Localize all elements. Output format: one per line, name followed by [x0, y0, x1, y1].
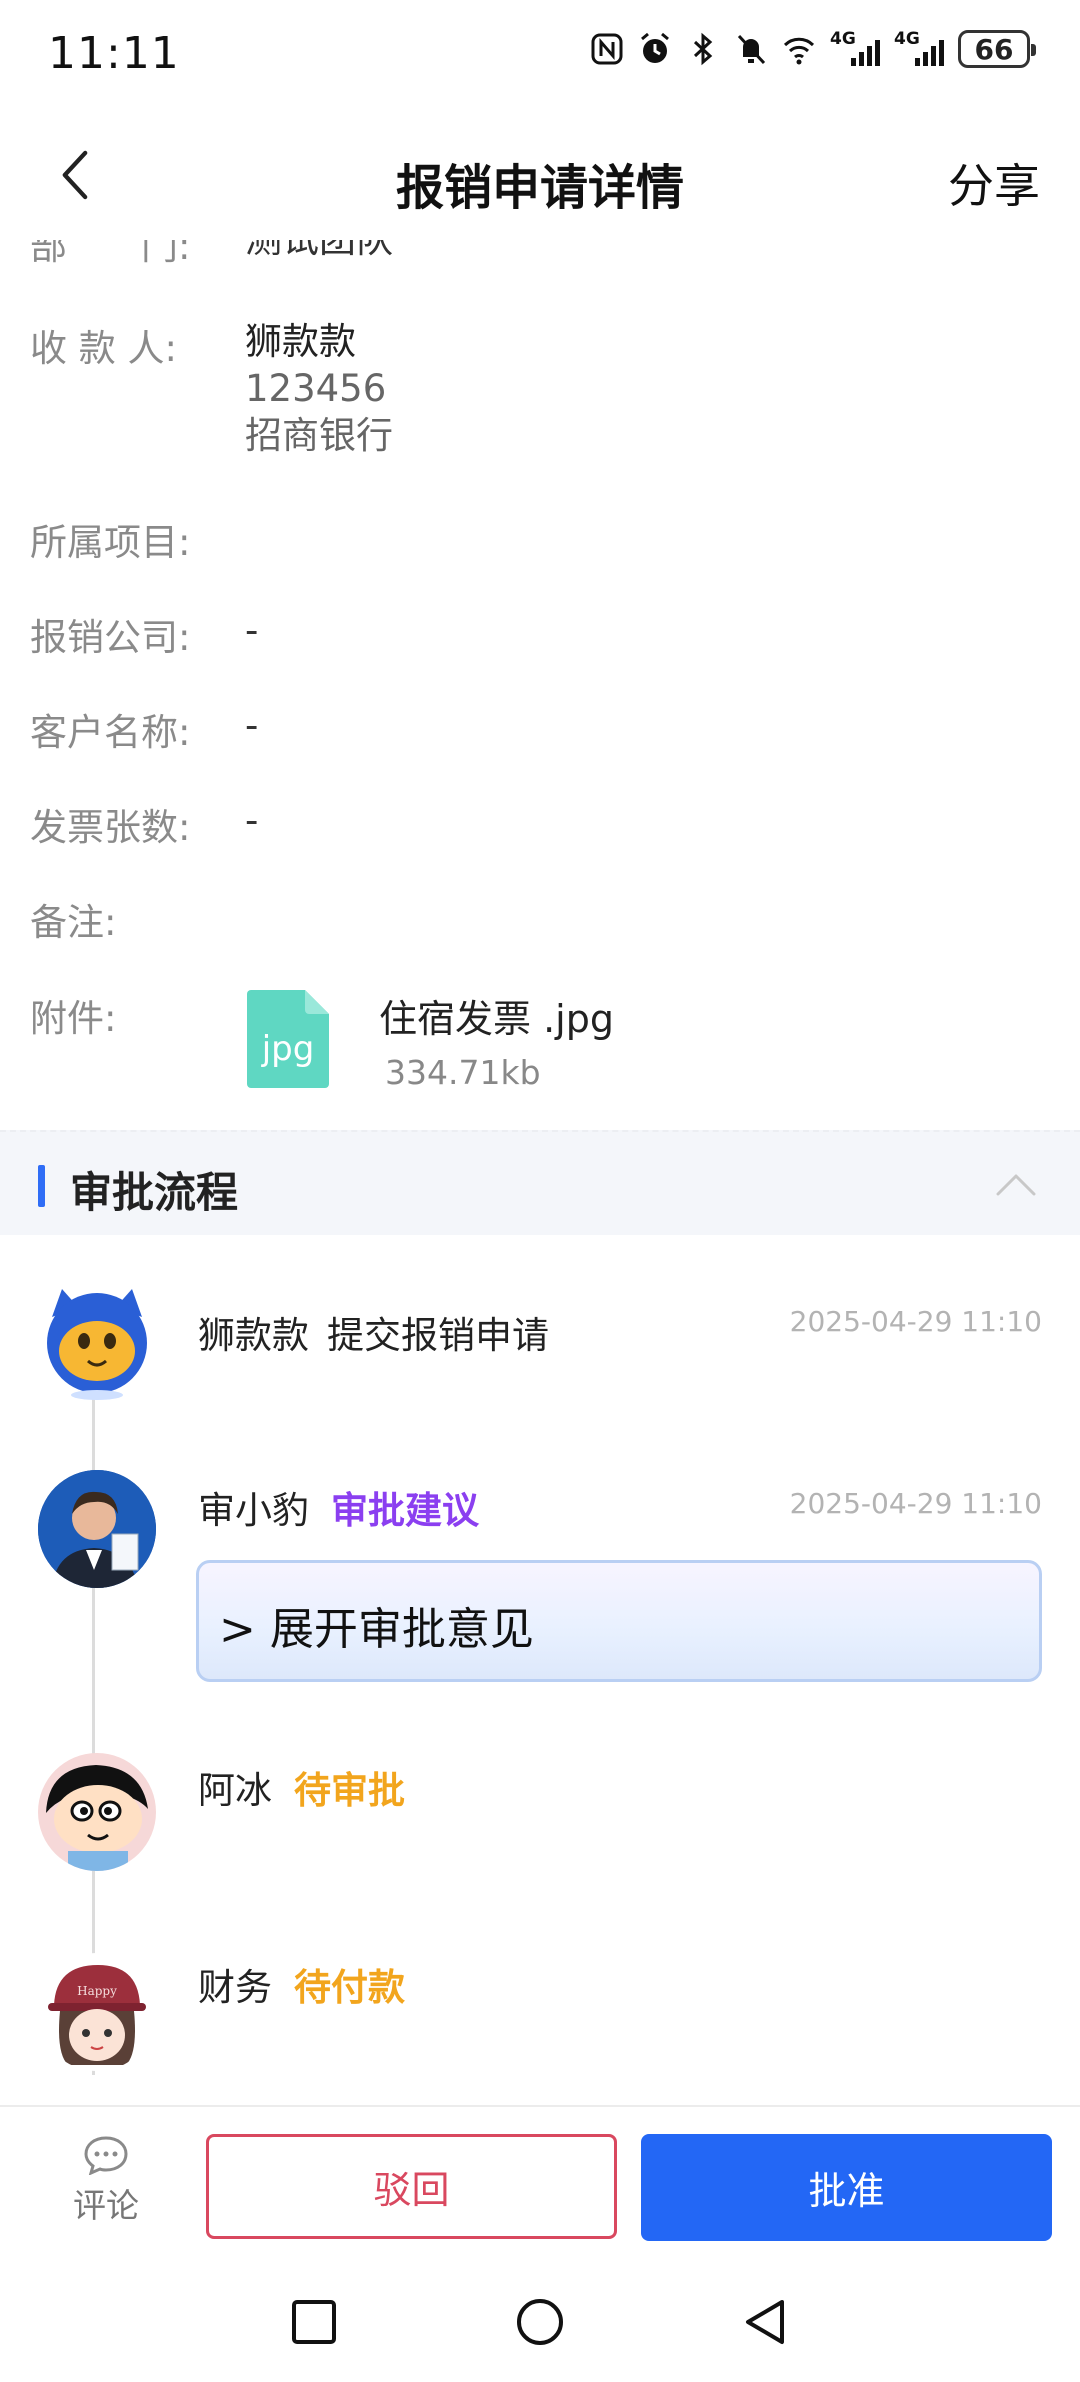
status-bar: 11:11 4G 4G 66	[0, 0, 1080, 110]
file-meta: 住宿发票 .jpg 334.71kb	[379, 988, 614, 1092]
step-time: 2025-04-29 11:10	[789, 1305, 1042, 1338]
remark-label: 备注:	[30, 901, 117, 944]
battery-level: 66	[974, 32, 1014, 66]
approval-section-header[interactable]: 审批流程	[0, 1130, 1080, 1235]
department-value: 测试团队	[245, 240, 393, 263]
share-button[interactable]: 分享	[948, 150, 1040, 216]
payee-label: 收 款 人:	[30, 327, 177, 370]
mute-icon	[734, 30, 768, 68]
approval-timeline: 狮款款 提交报销申请 2025-04-29 11:10 审小豹 审批建议 2025-…	[0, 1235, 1080, 2105]
project-label: 所属项目:	[30, 521, 191, 564]
nav-bar: 报销申请详情 分享	[0, 110, 1080, 240]
approver-name: 阿冰	[198, 1769, 272, 1812]
jpg-file-icon: jpg	[245, 988, 331, 1090]
battery-icon: 66	[958, 30, 1036, 68]
approver-name: 狮款款	[198, 1314, 309, 1357]
invoice-count-value: -	[245, 799, 259, 842]
bluetooth-icon	[686, 30, 720, 68]
avatar: Happy	[38, 1953, 156, 2071]
status-icons: 4G 4G 66	[590, 30, 1036, 68]
step-time: 2025-04-29 11:10	[789, 1487, 1042, 1520]
company-value: -	[245, 609, 259, 652]
step-title: 财务 待付款	[198, 1957, 405, 2011]
attachment-label: 附件:	[30, 997, 117, 1040]
step-title: 审小豹 审批建议	[198, 1480, 479, 1534]
payee-info: 狮款款 123456 招商银行	[245, 318, 393, 459]
file-size: 334.71kb	[385, 1053, 541, 1092]
alarm-icon	[638, 30, 672, 68]
customer-value: -	[245, 704, 259, 747]
signal-4g-icon: 4G	[830, 30, 880, 68]
expand-opinion-label: > 展开审批意见	[219, 1604, 534, 1655]
status-badge: 审批建议	[331, 1489, 479, 1532]
section-title: 审批流程	[70, 1168, 239, 1217]
comment-label: 评论	[73, 2186, 139, 2225]
home-icon[interactable]	[512, 2294, 568, 2350]
bottom-action-bar: 评论 驳回 批准	[0, 2105, 1080, 2260]
chevron-up-icon[interactable]	[994, 1164, 1038, 1204]
section-accent-bar	[38, 1165, 45, 1207]
approver-name: 财务	[198, 1966, 272, 2009]
attachment-file[interactable]: jpg 住宿发票 .jpg 334.71kb	[245, 988, 614, 1092]
step-title: 阿冰 待审批	[198, 1760, 405, 1814]
company-label: 报销公司:	[30, 616, 191, 659]
step-title: 狮款款 提交报销申请	[198, 1305, 549, 1359]
payee-name: 狮款款	[245, 320, 356, 363]
approver-name: 审小豹	[198, 1489, 309, 1532]
status-badge: 待付款	[294, 1966, 405, 2009]
status-time: 11:11	[48, 28, 180, 79]
approve-button[interactable]: 批准	[641, 2134, 1052, 2241]
file-type-label: jpg	[261, 1029, 315, 1069]
payee-bank: 招商银行	[245, 414, 393, 457]
wifi-icon	[782, 30, 816, 68]
signal-4g-icon: 4G	[894, 30, 944, 68]
department-label: 部 门:	[30, 240, 191, 268]
reimbursement-details: 部 门: 测试团队 收 款 人: 狮款款 123456 招商银行 所属项目: 报…	[0, 240, 1080, 1130]
payee-account: 123456	[245, 367, 387, 410]
comment-button[interactable]: 评论	[50, 2135, 162, 2235]
recents-icon[interactable]	[286, 2294, 342, 2350]
reject-button[interactable]: 驳回	[206, 2134, 617, 2239]
status-badge: 待审批	[294, 1769, 405, 1812]
comment-icon	[84, 2136, 128, 2175]
svg-text:Happy: Happy	[77, 1984, 117, 1998]
invoice-count-label: 发票张数:	[30, 806, 191, 849]
step-action: 提交报销申请	[327, 1314, 549, 1357]
expand-opinion-button[interactable]: > 展开审批意见	[196, 1560, 1042, 1682]
avatar	[38, 1753, 156, 1871]
customer-label: 客户名称:	[30, 711, 191, 754]
page-title: 报销申请详情	[395, 160, 684, 216]
file-name: 住宿发票 .jpg	[379, 997, 614, 1041]
system-nav-bar	[0, 2260, 1080, 2382]
nfc-icon	[590, 30, 624, 68]
avatar	[38, 1283, 156, 1401]
back-nav-icon[interactable]	[738, 2294, 794, 2350]
avatar	[38, 1470, 156, 1588]
